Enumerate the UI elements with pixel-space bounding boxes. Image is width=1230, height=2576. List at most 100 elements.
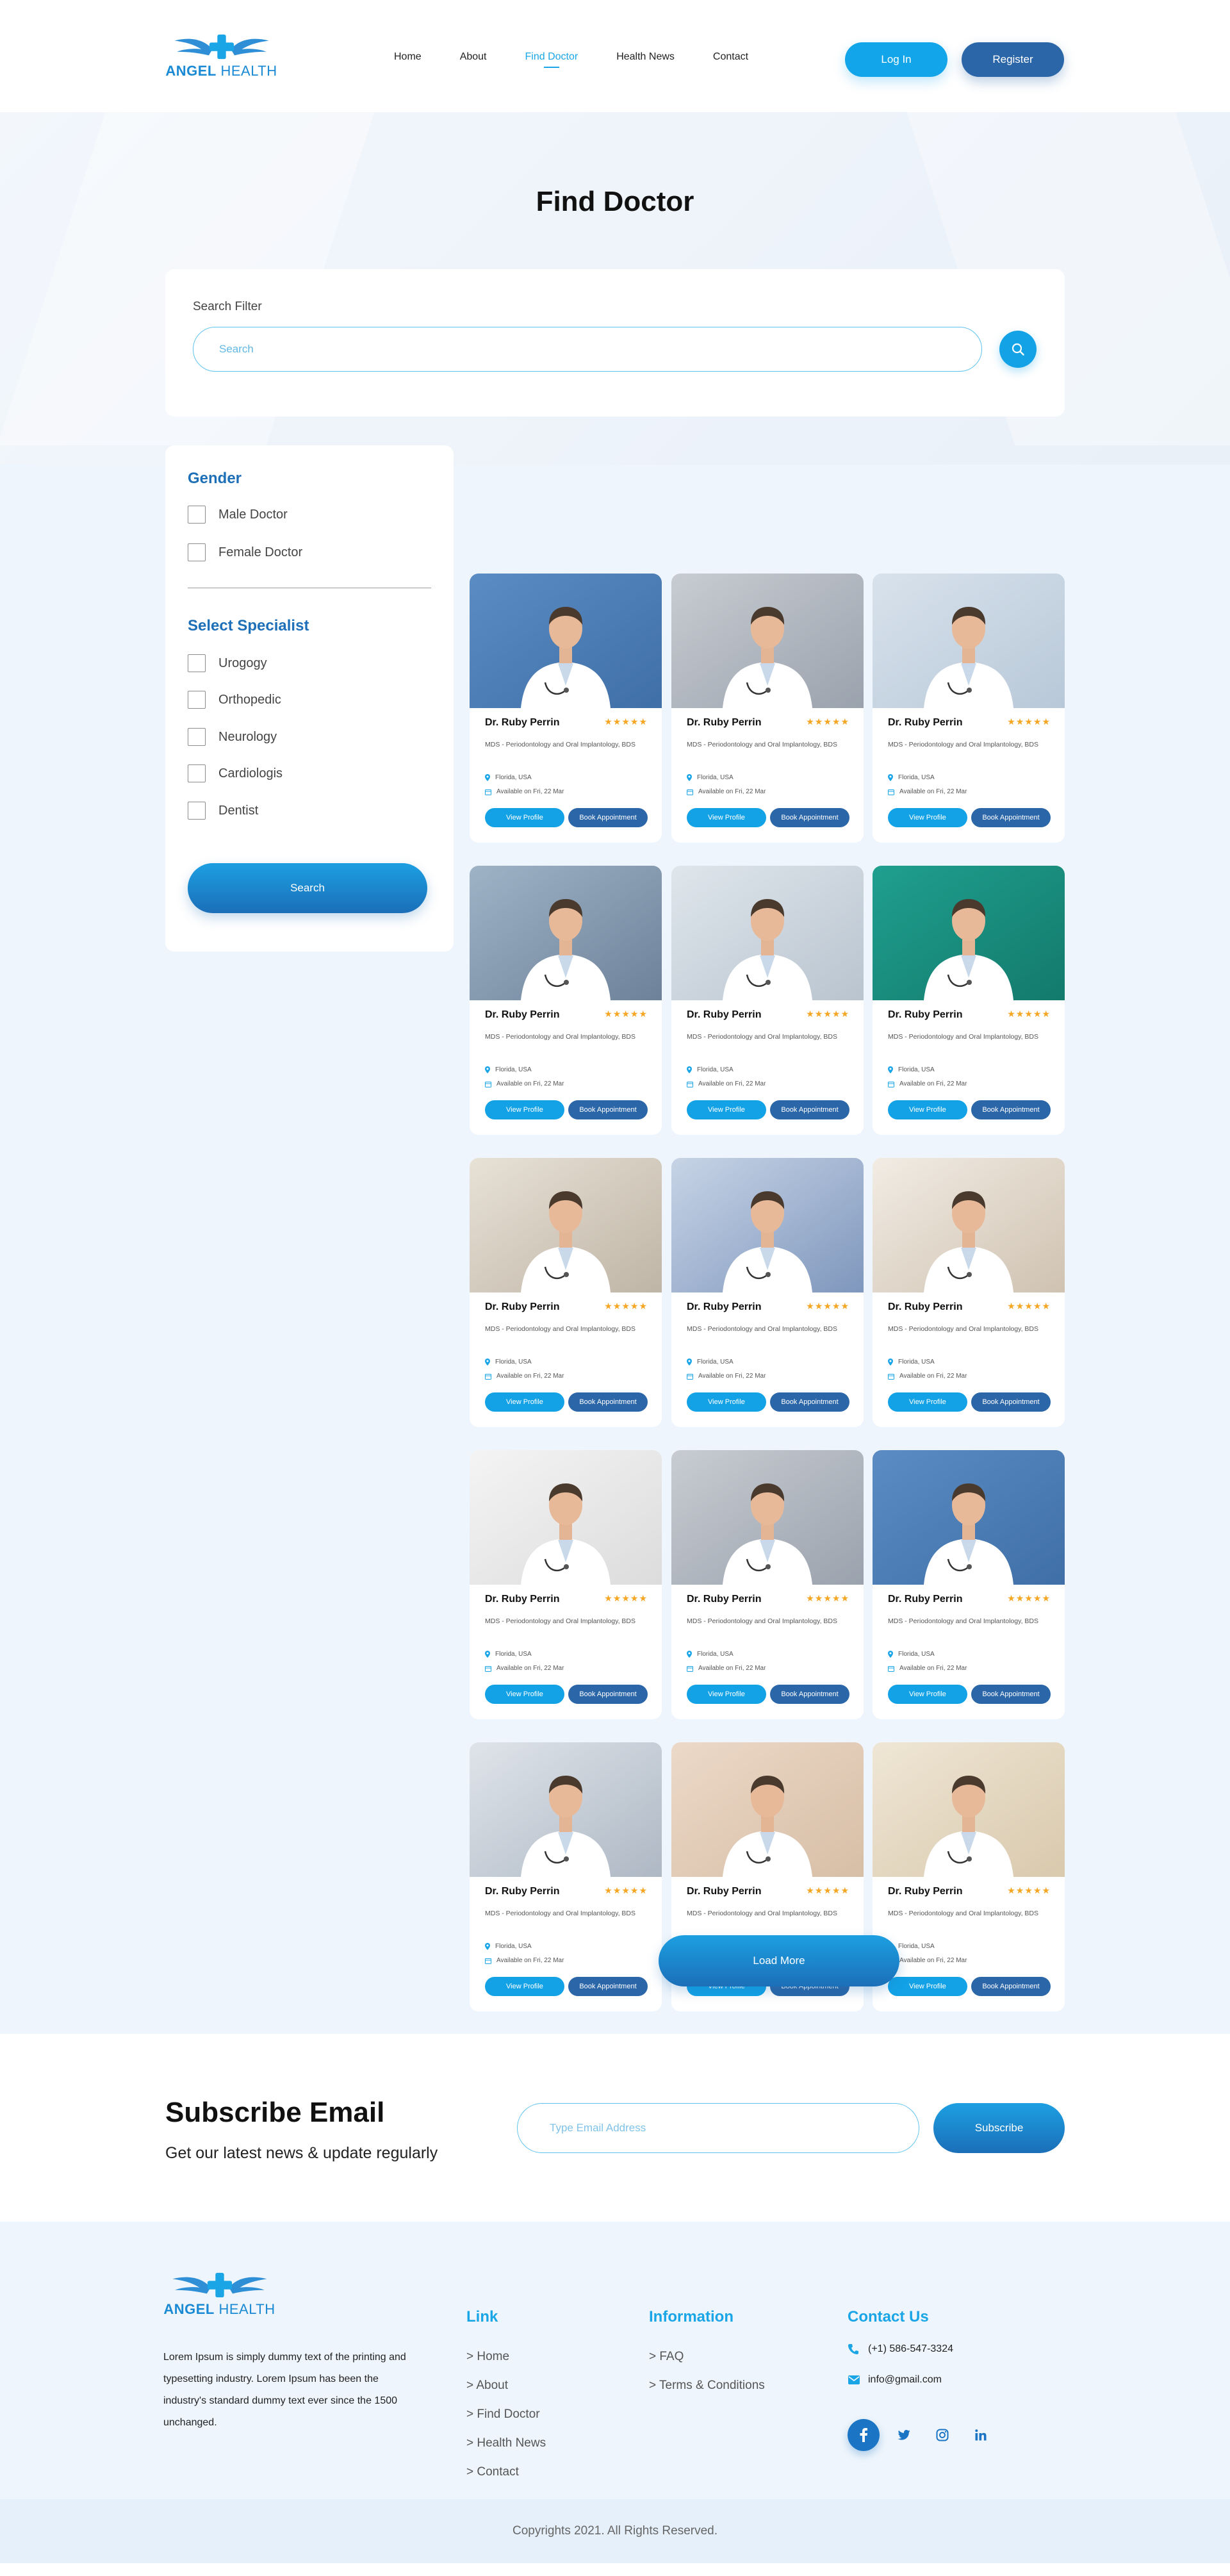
view-profile-button[interactable]: View Profile xyxy=(485,1100,564,1119)
doctor-name[interactable]: Dr. Ruby Perrin xyxy=(485,1594,559,1605)
checkbox[interactable] xyxy=(188,802,206,820)
search-input[interactable] xyxy=(193,327,982,372)
doctor-photo xyxy=(671,1158,864,1292)
book-appointment-button[interactable]: Book Appointment xyxy=(568,1392,648,1412)
instagram-icon xyxy=(936,2429,949,2441)
nav-find-doctor[interactable]: Find Doctor xyxy=(525,51,578,68)
view-profile-button[interactable]: View Profile xyxy=(485,1392,564,1412)
filter-orthopedic[interactable]: Orthopedic xyxy=(188,691,281,709)
doctor-name[interactable]: Dr. Ruby Perrin xyxy=(888,1009,962,1021)
location-pin-icon xyxy=(687,774,692,781)
doctor-photo xyxy=(470,1158,662,1292)
view-profile-button[interactable]: View Profile xyxy=(888,1100,967,1119)
doctor-name[interactable]: Dr. Ruby Perrin xyxy=(687,1594,761,1605)
nav-contact[interactable]: Contact xyxy=(713,51,748,68)
doctor-photo xyxy=(470,1742,662,1877)
view-profile-button[interactable]: View Profile xyxy=(888,1392,967,1412)
logo[interactable]: ANGEL HEALTH xyxy=(165,33,277,79)
linkedin-link[interactable] xyxy=(968,2419,994,2451)
doctor-rating: ★★★★★ xyxy=(806,1009,849,1019)
register-button[interactable]: Register xyxy=(962,42,1064,77)
filter-urology[interactable]: Urogogy xyxy=(188,654,267,672)
doctor-name[interactable]: Dr. Ruby Perrin xyxy=(687,1009,761,1021)
book-appointment-button[interactable]: Book Appointment xyxy=(770,1685,849,1704)
load-more-button[interactable]: Load More xyxy=(659,1935,899,1986)
checkbox[interactable] xyxy=(188,506,206,524)
doctor-name[interactable]: Dr. Ruby Perrin xyxy=(485,717,559,729)
doctor-name[interactable]: Dr. Ruby Perrin xyxy=(888,1301,962,1313)
doctor-availability: Available on Fri, 22 Mar xyxy=(888,1957,967,1964)
facebook-link[interactable] xyxy=(848,2419,880,2451)
footer-link-terms[interactable]: > Terms & Conditions xyxy=(649,2379,765,2393)
book-appointment-button[interactable]: Book Appointment xyxy=(971,808,1051,827)
subscribe-email-input[interactable] xyxy=(517,2103,919,2153)
doctor-name[interactable]: Dr. Ruby Perrin xyxy=(485,1009,559,1021)
view-profile-button[interactable]: View Profile xyxy=(485,1977,564,1996)
doctor-name[interactable]: Dr. Ruby Perrin xyxy=(485,1886,559,1897)
filter-dentist[interactable]: Dentist xyxy=(188,802,258,820)
filter-cardiology[interactable]: Cardiologis xyxy=(188,764,283,782)
book-appointment-button[interactable]: Book Appointment xyxy=(568,1977,648,1996)
book-appointment-button[interactable]: Book Appointment xyxy=(770,808,849,827)
doctor-name[interactable]: Dr. Ruby Perrin xyxy=(485,1301,559,1313)
subscribe-button[interactable]: Subscribe xyxy=(933,2103,1065,2153)
book-appointment-button[interactable]: Book Appointment xyxy=(971,1100,1051,1119)
footer-phone[interactable]: (+1) 586-547-3324 xyxy=(848,2343,953,2355)
view-profile-button[interactable]: View Profile xyxy=(687,1392,766,1412)
doctor-availability-text: Available on Fri, 22 Mar xyxy=(698,1665,766,1672)
book-appointment-button[interactable]: Book Appointment xyxy=(971,1977,1051,1996)
doctor-name[interactable]: Dr. Ruby Perrin xyxy=(888,717,962,729)
view-profile-button[interactable]: View Profile xyxy=(888,1977,967,1996)
view-profile-button[interactable]: View Profile xyxy=(888,1685,967,1704)
book-appointment-button[interactable]: Book Appointment xyxy=(568,1685,648,1704)
view-profile-button[interactable]: View Profile xyxy=(687,1685,766,1704)
login-button[interactable]: Log In xyxy=(845,42,947,77)
footer-logo[interactable]: ANGEL HEALTH xyxy=(163,2272,275,2318)
checkbox[interactable] xyxy=(188,728,206,746)
footer-link-about[interactable]: > About xyxy=(466,2379,508,2393)
footer-link-find-doctor[interactable]: > Find Doctor xyxy=(466,2407,540,2422)
view-profile-button[interactable]: View Profile xyxy=(687,1100,766,1119)
doctor-location-text: Florida, USA xyxy=(898,774,935,781)
nav-health-news[interactable]: Health News xyxy=(616,51,675,68)
view-profile-button[interactable]: View Profile xyxy=(687,808,766,827)
doctor-name[interactable]: Dr. Ruby Perrin xyxy=(687,1886,761,1897)
logo-wings-icon xyxy=(174,34,269,60)
book-appointment-button[interactable]: Book Appointment xyxy=(568,1100,648,1119)
twitter-link[interactable] xyxy=(891,2419,917,2451)
checkbox[interactable] xyxy=(188,654,206,672)
calendar-icon xyxy=(687,789,693,795)
nav-home[interactable]: Home xyxy=(394,51,422,68)
footer-link-home[interactable]: > Home xyxy=(466,2350,509,2364)
checkbox[interactable] xyxy=(188,543,206,561)
book-appointment-button[interactable]: Book Appointment xyxy=(770,1100,849,1119)
doctor-location-text: Florida, USA xyxy=(697,1358,734,1366)
doctor-name[interactable]: Dr. Ruby Perrin xyxy=(888,1594,962,1605)
doctor-location: Florida, USA xyxy=(687,1358,734,1366)
book-appointment-button[interactable]: Book Appointment xyxy=(568,808,648,827)
footer-link-contact[interactable]: > Contact xyxy=(466,2465,519,2479)
checkbox[interactable] xyxy=(188,764,206,782)
checkbox[interactable] xyxy=(188,691,206,709)
doctor-name[interactable]: Dr. Ruby Perrin xyxy=(687,717,761,729)
search-button[interactable] xyxy=(999,331,1037,368)
book-appointment-button[interactable]: Book Appointment xyxy=(770,1392,849,1412)
filter-female-doctor[interactable]: Female Doctor xyxy=(188,543,302,561)
instagram-link[interactable] xyxy=(930,2419,955,2451)
doctor-name[interactable]: Dr. Ruby Perrin xyxy=(888,1886,962,1897)
footer-email[interactable]: info@gmail.com xyxy=(848,2374,942,2386)
filter-search-button[interactable]: Search xyxy=(188,863,427,913)
footer-link-health-news[interactable]: > Health News xyxy=(466,2436,546,2450)
filter-neurology[interactable]: Neurology xyxy=(188,728,277,746)
nav-about[interactable]: About xyxy=(460,51,487,68)
doctor-photo xyxy=(671,1742,864,1877)
view-profile-button[interactable]: View Profile xyxy=(485,1685,564,1704)
doctor-qualification: MDS - Periodontology and Oral Implantolo… xyxy=(687,1910,837,1917)
book-appointment-button[interactable]: Book Appointment xyxy=(971,1392,1051,1412)
footer-link-faq[interactable]: > FAQ xyxy=(649,2350,684,2364)
view-profile-button[interactable]: View Profile xyxy=(888,808,967,827)
view-profile-button[interactable]: View Profile xyxy=(485,808,564,827)
filter-male-doctor[interactable]: Male Doctor xyxy=(188,506,288,524)
book-appointment-button[interactable]: Book Appointment xyxy=(971,1685,1051,1704)
doctor-name[interactable]: Dr. Ruby Perrin xyxy=(687,1301,761,1313)
